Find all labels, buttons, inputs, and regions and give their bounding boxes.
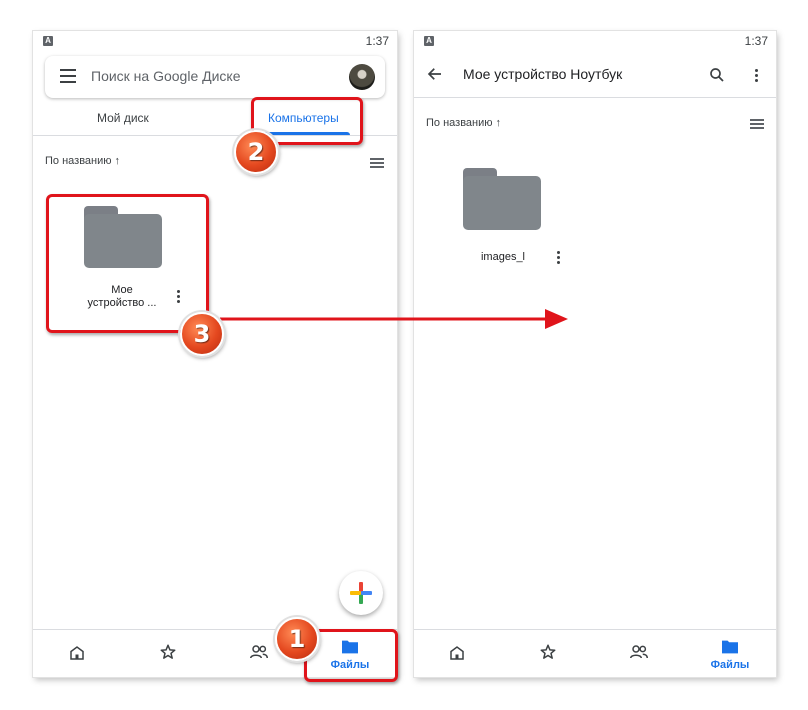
- step-badge-1: 1: [275, 617, 319, 661]
- step-badge-2: 2: [234, 130, 278, 174]
- arrow-annotation: [220, 309, 568, 329]
- step-badge-3: 3: [180, 312, 224, 356]
